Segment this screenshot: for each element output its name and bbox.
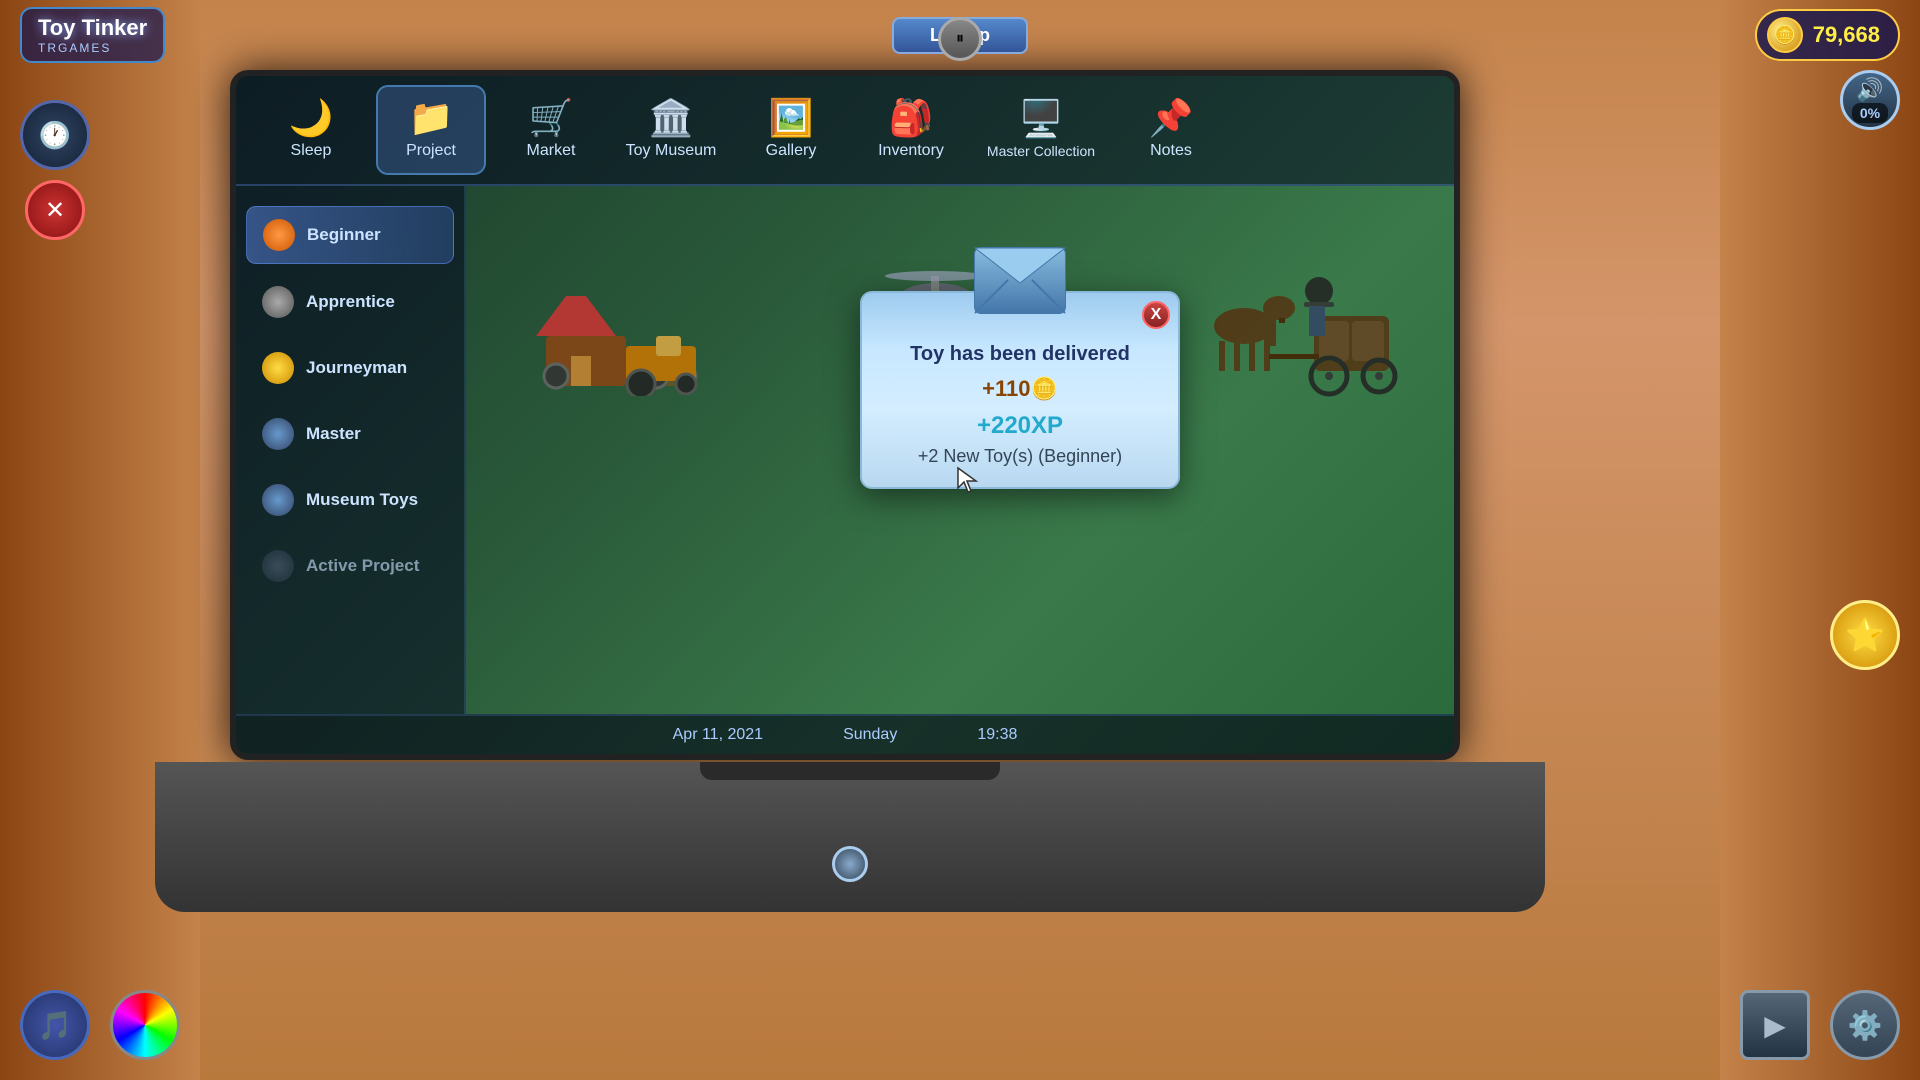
laptop-content: Beginner Apprentice Journeyman Master Mu… (236, 186, 1454, 714)
laptop-nav: 🌙 Sleep 📁 Project 🛒 Market 🏛️ Toy Museum… (236, 76, 1454, 186)
nav-toy-museum[interactable]: 🏛️ Toy Museum (616, 85, 726, 175)
notification-new-toys: +2 New Toy(s) (Beginner) (882, 446, 1158, 467)
music-icon: 🎵 (38, 1009, 73, 1042)
sidebar-item-beginner[interactable]: Beginner (246, 206, 454, 264)
laptop-power-button[interactable] (832, 846, 868, 882)
close-button[interactable]: X (1142, 301, 1170, 329)
coins-display: 🪙 79,668 (1755, 9, 1900, 61)
notification-box: X Toy has been delivered +110🪙 +220XP +2… (860, 291, 1180, 489)
logo-area: Toy Tinker TRGAMES (20, 7, 165, 63)
nav-gallery-label: Gallery (766, 142, 817, 160)
status-date: Apr 11, 2021 (673, 726, 763, 744)
sidebar-active-label: Active Project (306, 556, 419, 576)
envelope-icon (970, 238, 1070, 323)
sidebar-apprentice-label: Apprentice (306, 292, 395, 312)
right-side-buttons: 🔊 0% (1840, 70, 1900, 130)
nav-inventory-label: Inventory (878, 142, 944, 160)
star-icon: ⭐ (1845, 616, 1885, 654)
museum-icon (262, 484, 294, 516)
status-day: Sunday (843, 726, 897, 744)
app-title: Toy Tinker (38, 15, 147, 41)
music-button[interactable]: 🎵 (20, 990, 90, 1060)
right-wall-panel (1720, 0, 1920, 1080)
sidebar-master-label: Master (306, 424, 361, 444)
toy-museum-icon: 🏛️ (649, 100, 694, 136)
volume-percent: 0% (1852, 103, 1888, 123)
company-name: TRGAMES (38, 41, 147, 55)
clock-icon: 🕐 (20, 100, 90, 170)
color-wheel-button[interactable] (110, 990, 180, 1060)
left-decorations: 🕐 ✕ (20, 100, 90, 240)
nav-notes[interactable]: 📌 Notes (1116, 85, 1226, 175)
notification-title: Toy has been delivered (882, 343, 1158, 366)
apprentice-icon (262, 286, 294, 318)
sidebar-journeyman-label: Journeyman (306, 358, 407, 378)
status-time: 19:38 (977, 726, 1017, 744)
nav-market[interactable]: 🛒 Market (496, 85, 606, 175)
nav-master-collection[interactable]: 🖥️ Master Collection (976, 85, 1106, 175)
xp-label: XP (1031, 412, 1063, 439)
pause-button[interactable]: ⏸ (938, 17, 982, 61)
sidebar-beginner-label: Beginner (307, 225, 381, 245)
nav-project-label: Project (406, 142, 456, 160)
sidebar-item-master[interactable]: Master (246, 406, 454, 462)
active-project-icon (262, 550, 294, 582)
right-bottom-buttons: ▶ ⚙️ (1740, 990, 1900, 1060)
nav-gallery[interactable]: 🖼️ Gallery (736, 85, 846, 175)
nav-project[interactable]: 📁 Project (376, 85, 486, 175)
notes-icon: 📌 (1149, 100, 1194, 136)
notification-coins: +110🪙 (882, 376, 1158, 402)
nav-arrow-button[interactable]: ▶ (1740, 990, 1810, 1060)
coins-amount: 79,668 (1813, 22, 1880, 48)
sidebar-item-museum-toys[interactable]: Museum Toys (246, 472, 454, 528)
gear-button[interactable]: ⚙️ (1830, 990, 1900, 1060)
project-icon: 📁 (409, 100, 454, 136)
bottom-left-buttons: 🎵 (20, 990, 180, 1060)
laptop-hinge (700, 762, 1000, 780)
sidebar-museum-label: Museum Toys (306, 490, 418, 510)
sidebar: Beginner Apprentice Journeyman Master Mu… (236, 186, 466, 714)
star-button-area: ⭐ (1830, 600, 1900, 670)
laptop-screen: 🌙 Sleep 📁 Project 🛒 Market 🏛️ Toy Museum… (230, 70, 1460, 760)
coin-icon: 🪙 (1767, 17, 1803, 53)
sleep-icon: 🌙 (289, 100, 334, 136)
sidebar-item-active-project[interactable]: Active Project (246, 538, 454, 594)
main-area: X Toy has been delivered +110🪙 +220XP +2… (466, 186, 1454, 714)
left-x-button[interactable]: ✕ (25, 180, 85, 240)
sidebar-item-apprentice[interactable]: Apprentice (246, 274, 454, 330)
nav-market-label: Market (527, 142, 576, 160)
nav-master-collection-label: Master Collection (987, 143, 1095, 159)
laptop-body (155, 762, 1545, 912)
status-bar: Apr 11, 2021 Sunday 19:38 (236, 714, 1454, 754)
nav-notes-label: Notes (1150, 142, 1192, 160)
gear-icon: ⚙️ (1848, 1009, 1883, 1042)
top-bar: Toy Tinker TRGAMES ⏸ Laptop 🪙 79,668 (0, 0, 1920, 70)
beginner-icon (263, 219, 295, 251)
gallery-icon: 🖼️ (769, 100, 814, 136)
nav-inventory[interactable]: 🎒 Inventory (856, 85, 966, 175)
star-button[interactable]: ⭐ (1830, 600, 1900, 670)
master-icon (262, 418, 294, 450)
sidebar-item-journeyman[interactable]: Journeyman (246, 340, 454, 396)
volume-button[interactable]: 🔊 0% (1840, 70, 1900, 130)
notification-xp: +220XP (882, 412, 1158, 440)
notification-overlay: X Toy has been delivered +110🪙 +220XP +2… (466, 186, 1454, 714)
market-icon: 🛒 (529, 100, 574, 136)
pause-icon: ⏸ (956, 30, 964, 48)
arrow-icon: ▶ (1764, 1009, 1786, 1042)
close-icon: X (1151, 306, 1162, 324)
journeyman-icon (262, 352, 294, 384)
nav-sleep[interactable]: 🌙 Sleep (256, 85, 366, 175)
nav-sleep-label: Sleep (291, 142, 332, 160)
inventory-icon: 🎒 (889, 100, 934, 136)
nav-toy-museum-label: Toy Museum (626, 142, 717, 160)
master-collection-icon: 🖥️ (1019, 101, 1064, 137)
volume-icon: 🔊 (1856, 77, 1883, 103)
